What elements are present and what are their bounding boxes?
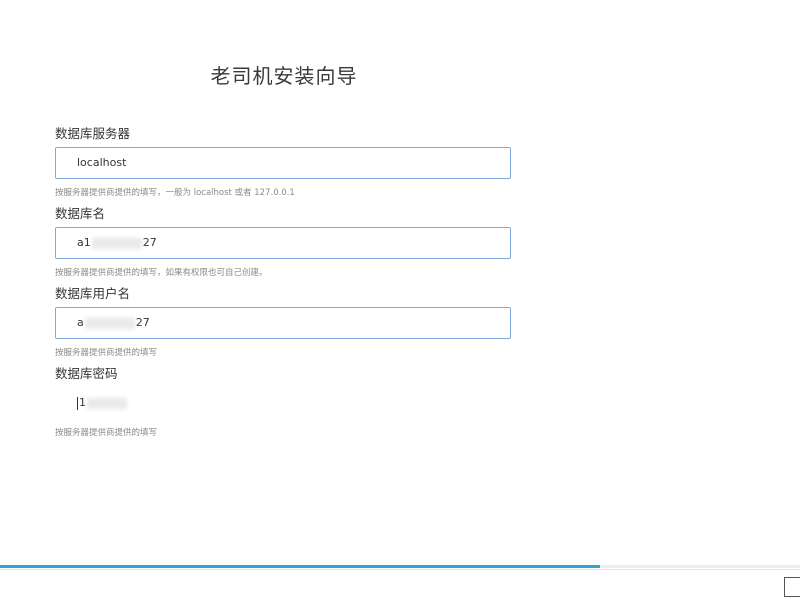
db-password-input[interactable]: 1 — [55, 387, 511, 419]
db-name-value-prefix: a1 — [77, 236, 91, 249]
db-user-group: 数据库用户名 a 27 按服务器提供商提供的填写 — [55, 285, 511, 359]
install-progress-fill — [0, 565, 600, 568]
db-server-value: localhost — [77, 156, 127, 169]
db-name-help: 按服务器提供商提供的填写，如果有权限也可自己创建。 — [55, 268, 268, 278]
db-server-input[interactable]: localhost — [55, 147, 511, 179]
db-user-label: 数据库用户名 — [55, 286, 131, 301]
wizard-title: 老司机安装向导 — [210, 64, 358, 88]
db-server-label: 数据库服务器 — [55, 126, 131, 141]
install-progress-bar — [0, 565, 800, 568]
db-password-help: 按服务器提供商提供的填写 — [55, 428, 158, 438]
text-caret — [77, 396, 78, 410]
db-user-input[interactable]: a 27 — [55, 307, 511, 339]
db-server-group: 数据库服务器 localhost 按服务器提供商提供的填写，一般为 localh… — [55, 125, 511, 199]
db-password-label: 数据库密码 — [55, 366, 118, 381]
db-name-value-suffix: 27 — [142, 236, 157, 249]
corner-button[interactable] — [784, 577, 800, 597]
db-name-group: 数据库名 a1 27 按服务器提供商提供的填写，如果有权限也可自己创建。 — [55, 205, 511, 279]
db-user-value-suffix: 27 — [135, 316, 150, 329]
redaction-blur — [84, 317, 135, 329]
db-user-value-prefix: a — [77, 316, 84, 329]
db-password-value-prefix: 1 — [79, 396, 86, 409]
footer-divider — [0, 569, 800, 570]
db-server-help: 按服务器提供商提供的填写，一般为 localhost 或者 127.0.0.1 — [55, 188, 295, 198]
db-user-help: 按服务器提供商提供的填写 — [55, 348, 158, 358]
installer-page: 老司机安装向导 数据库服务器 localhost 按服务器提供商提供的填写，一般… — [0, 0, 800, 600]
db-password-group: 数据库密码 1 按服务器提供商提供的填写 — [55, 365, 511, 439]
db-name-label: 数据库名 — [55, 206, 106, 221]
db-name-input[interactable]: a1 27 — [55, 227, 511, 259]
redaction-blur — [91, 237, 142, 249]
redaction-blur — [87, 397, 127, 409]
